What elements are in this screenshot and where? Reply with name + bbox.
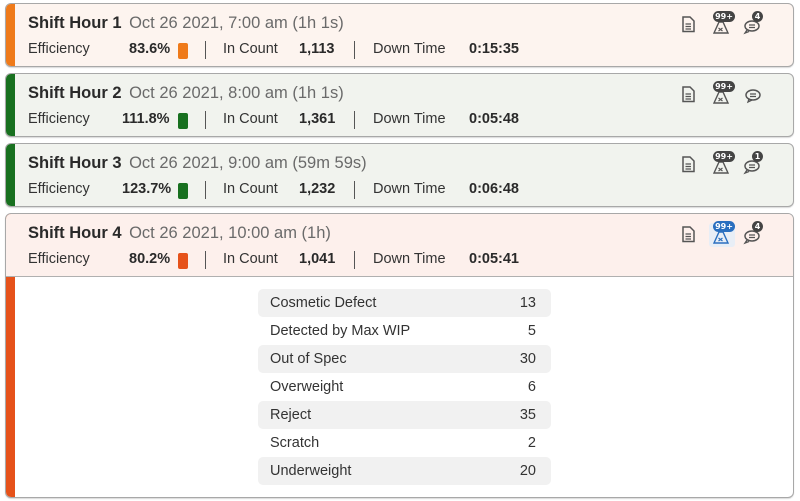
alarm-icon[interactable]: 99+ bbox=[709, 81, 735, 107]
comment-badge: 4 bbox=[752, 11, 763, 22]
efficiency-indicator bbox=[178, 43, 188, 59]
divider bbox=[205, 181, 206, 199]
alarm-icon[interactable]: 99+ bbox=[709, 221, 735, 247]
alarm-badge: 99+ bbox=[713, 221, 735, 232]
shift-card-2[interactable]: Shift Hour 2 Oct 26 2021, 8:00 am (1h 1s… bbox=[5, 73, 794, 137]
comment-icon[interactable]: 4 bbox=[743, 221, 765, 245]
reason-row: Underweight 20 bbox=[258, 457, 551, 485]
efficiency-indicator bbox=[178, 253, 188, 269]
reason-count: 30 bbox=[519, 351, 536, 367]
reason-count: 20 bbox=[519, 463, 536, 479]
reason-row: Detected by Max WIP 5 bbox=[258, 317, 551, 345]
reason-count: 5 bbox=[527, 323, 536, 339]
down-time-value: 0:05:48 bbox=[469, 111, 519, 127]
efficiency-indicator bbox=[178, 183, 188, 199]
down-time-label: Down Time bbox=[373, 251, 446, 267]
document-icon[interactable] bbox=[681, 156, 695, 173]
document-icon[interactable] bbox=[681, 16, 695, 33]
shift-header[interactable]: Shift Hour 4 Oct 26 2021, 10:00 am (1h) … bbox=[6, 214, 793, 277]
efficiency-value: 111.8% bbox=[122, 111, 170, 127]
reason-label: Overweight bbox=[270, 379, 344, 395]
reason-row: Reject 35 bbox=[258, 401, 551, 429]
shift-title: Shift Hour 4 bbox=[28, 224, 122, 242]
reason-count: 6 bbox=[527, 379, 536, 395]
shift-subtitle: Oct 26 2021, 7:00 am (1h 1s) bbox=[129, 14, 344, 32]
document-icon[interactable] bbox=[681, 86, 695, 103]
down-time-label: Down Time bbox=[373, 181, 446, 197]
efficiency-label: Efficiency bbox=[28, 181, 90, 197]
in-count-label: In Count bbox=[223, 251, 278, 267]
shift-subtitle: Oct 26 2021, 8:00 am (1h 1s) bbox=[129, 84, 344, 102]
alarm-icon[interactable]: 99+ bbox=[709, 151, 735, 177]
efficiency-label: Efficiency bbox=[28, 111, 90, 127]
efficiency-value: 83.6% bbox=[129, 41, 171, 57]
divider bbox=[354, 251, 355, 269]
alarm-badge: 99+ bbox=[713, 151, 735, 162]
reason-label: Scratch bbox=[270, 435, 320, 451]
shift-header[interactable]: Shift Hour 2 Oct 26 2021, 8:00 am (1h 1s… bbox=[6, 74, 793, 136]
divider bbox=[354, 181, 355, 199]
reason-count: 2 bbox=[527, 435, 536, 451]
alarm-icon[interactable]: 99+ bbox=[709, 11, 735, 37]
comment-badge: 1 bbox=[752, 151, 763, 162]
shift-subtitle: Oct 26 2021, 9:00 am (59m 59s) bbox=[129, 154, 367, 172]
shift-header[interactable]: Shift Hour 1 Oct 26 2021, 7:00 am (1h 1s… bbox=[6, 4, 793, 66]
comment-badge: 4 bbox=[752, 221, 763, 232]
shift-title: Shift Hour 2 bbox=[28, 84, 122, 102]
alarm-badge: 99+ bbox=[713, 11, 735, 22]
reason-label: Detected by Max WIP bbox=[270, 323, 411, 339]
in-count-value: 1,113 bbox=[299, 41, 335, 57]
shift-card-3[interactable]: Shift Hour 3 Oct 26 2021, 9:00 am (59m 5… bbox=[5, 143, 794, 207]
efficiency-label: Efficiency bbox=[28, 41, 90, 57]
down-time-label: Down Time bbox=[373, 111, 446, 127]
in-count-value: 1,361 bbox=[299, 111, 336, 127]
divider bbox=[205, 111, 206, 129]
in-count-value: 1,232 bbox=[299, 181, 336, 197]
divider bbox=[354, 111, 355, 129]
reason-count: 13 bbox=[519, 295, 536, 311]
comment-icon[interactable]: 1 bbox=[743, 151, 765, 175]
efficiency-value: 80.2% bbox=[129, 251, 171, 267]
down-time-label: Down Time bbox=[373, 41, 446, 57]
reason-label: Underweight bbox=[270, 463, 352, 479]
efficiency-indicator bbox=[178, 113, 188, 129]
divider bbox=[205, 41, 206, 59]
shift-subtitle: Oct 26 2021, 10:00 am (1h) bbox=[129, 224, 331, 242]
shift-card-1[interactable]: Shift Hour 1 Oct 26 2021, 7:00 am (1h 1s… bbox=[5, 3, 794, 67]
reason-row: Cosmetic Defect 13 bbox=[258, 289, 551, 317]
divider bbox=[354, 41, 355, 59]
reason-label: Reject bbox=[270, 407, 312, 423]
reason-count: 35 bbox=[519, 407, 536, 423]
in-count-label: In Count bbox=[223, 181, 278, 197]
in-count-value: 1,041 bbox=[299, 251, 336, 267]
document-icon[interactable] bbox=[681, 226, 695, 243]
reason-row: Out of Spec 30 bbox=[258, 345, 551, 373]
shift-header[interactable]: Shift Hour 3 Oct 26 2021, 9:00 am (59m 5… bbox=[6, 144, 793, 206]
comment-icon[interactable]: 4 bbox=[743, 11, 765, 35]
alarm-badge: 99+ bbox=[713, 81, 735, 92]
shift-title: Shift Hour 3 bbox=[28, 154, 122, 172]
reason-label: Cosmetic Defect bbox=[270, 295, 377, 311]
down-time-value: 0:15:35 bbox=[469, 41, 519, 57]
in-count-label: In Count bbox=[223, 41, 278, 57]
reason-row: Overweight 6 bbox=[258, 373, 551, 401]
in-count-label: In Count bbox=[223, 111, 278, 127]
reject-reasons-list: Cosmetic Defect 13 Detected by Max WIP 5… bbox=[258, 289, 551, 485]
comment-icon[interactable] bbox=[743, 83, 765, 105]
down-time-value: 0:05:41 bbox=[469, 251, 519, 267]
efficiency-value: 123.7% bbox=[122, 181, 172, 197]
reason-label: Out of Spec bbox=[270, 351, 347, 367]
efficiency-label: Efficiency bbox=[28, 251, 90, 267]
shift-title: Shift Hour 1 bbox=[28, 14, 122, 32]
reason-row: Scratch 2 bbox=[258, 429, 551, 457]
down-time-value: 0:06:48 bbox=[469, 181, 519, 197]
divider bbox=[205, 251, 206, 269]
